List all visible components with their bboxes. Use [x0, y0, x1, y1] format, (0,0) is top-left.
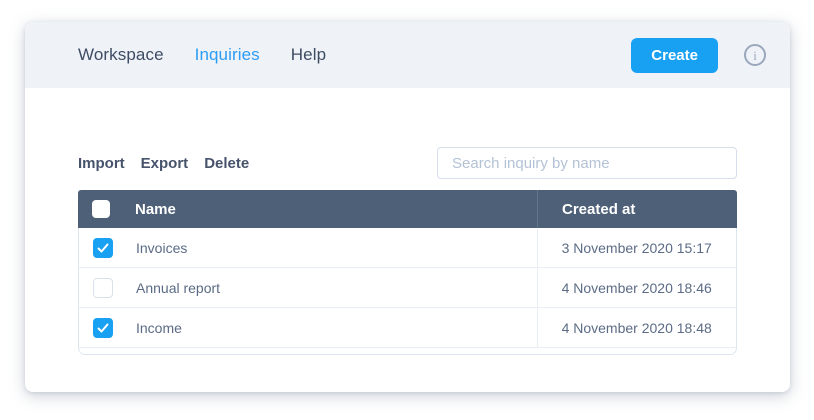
created-at-cell: 4 November 2020 18:46: [537, 268, 736, 307]
table-row[interactable]: Annual report 4 November 2020 18:46: [79, 268, 736, 308]
row-checkbox[interactable]: [93, 238, 113, 258]
name-cell: Annual report: [79, 268, 537, 307]
row-checkbox[interactable]: [93, 318, 113, 338]
inquiries-table: Name Created at Invoices 3 November 2020…: [78, 190, 737, 355]
nav-item-workspace[interactable]: Workspace: [78, 45, 164, 65]
table-header-row: Name Created at: [78, 190, 737, 228]
table-row[interactable]: Invoices 3 November 2020 15:17: [79, 228, 736, 268]
inquiry-name: Annual report: [136, 280, 220, 296]
import-button[interactable]: Import: [78, 155, 125, 172]
info-icon[interactable]: i: [744, 44, 766, 66]
top-nav: Workspace Inquiries Help Create i: [25, 22, 790, 88]
column-header-name: Name: [135, 201, 176, 218]
create-button[interactable]: Create: [631, 38, 718, 73]
column-header-created-at: Created at: [562, 201, 635, 218]
delete-button[interactable]: Delete: [204, 155, 249, 172]
app-card: Workspace Inquiries Help Create i Import…: [25, 22, 790, 392]
name-cell: Invoices: [79, 228, 537, 267]
check-icon: [97, 322, 109, 334]
nav-item-help[interactable]: Help: [291, 45, 326, 65]
nav-item-inquiries[interactable]: Inquiries: [195, 45, 260, 65]
created-at-cell: 4 November 2020 18:48: [537, 308, 736, 347]
header-cell-name: Name: [78, 190, 537, 228]
created-at-cell: 3 November 2020 15:17: [537, 228, 736, 267]
inquiry-name: Income: [136, 320, 182, 336]
check-icon: [97, 242, 109, 254]
inquiry-name: Invoices: [136, 240, 187, 256]
name-cell: Income: [79, 308, 537, 347]
select-all-checkbox[interactable]: [92, 200, 110, 218]
row-checkbox[interactable]: [93, 278, 113, 298]
header-cell-created: Created at: [537, 190, 737, 228]
search-input[interactable]: [437, 147, 737, 179]
table-toolbar: Import Export Delete: [78, 147, 737, 179]
table-row[interactable]: Income 4 November 2020 18:48: [79, 308, 736, 348]
export-button[interactable]: Export: [141, 155, 189, 172]
